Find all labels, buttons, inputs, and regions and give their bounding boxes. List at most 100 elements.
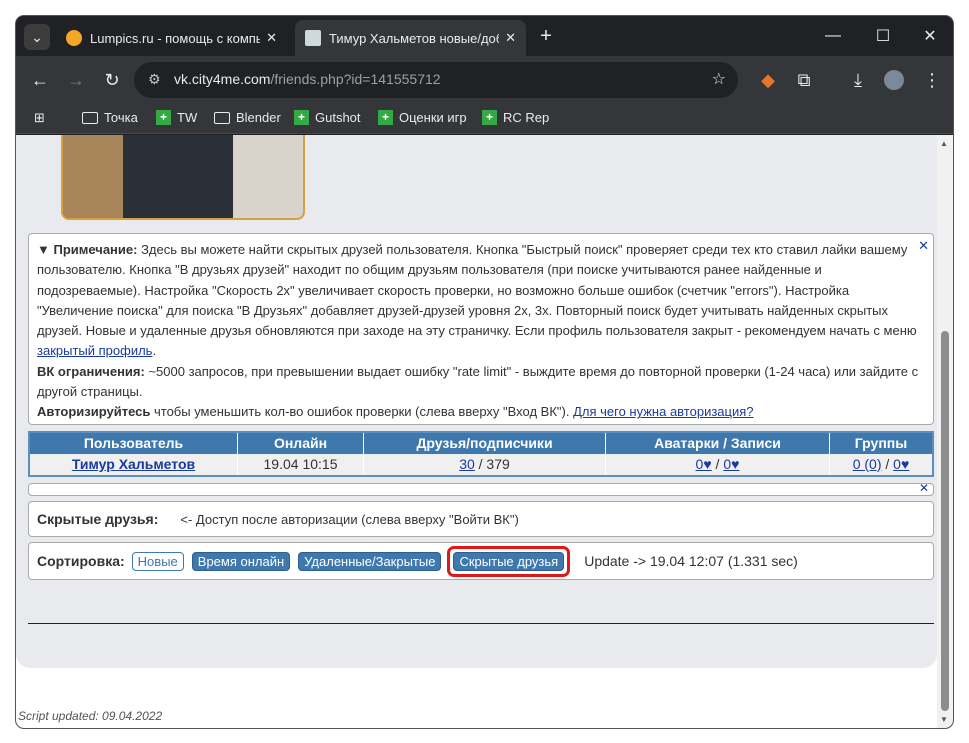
close-window-button[interactable]: ✕ bbox=[918, 24, 942, 48]
closed-profile-link[interactable]: закрытый профиль bbox=[37, 343, 152, 358]
groups-likes-link[interactable]: 0♥ bbox=[893, 456, 909, 472]
green-bookmark-icon: + bbox=[482, 110, 497, 125]
cell-groups: 0 (0) / 0♥ bbox=[830, 454, 932, 475]
divider bbox=[28, 623, 934, 624]
update-status: Update -> 19.04 12:07 (1.331 sec) bbox=[584, 553, 798, 569]
bookmark-rc-rep[interactable]: + RC Rep bbox=[482, 110, 549, 125]
bookmarks-bar: ⊞ Точка + TW Blender + Gutshot + Оценки игр… bbox=[16, 104, 953, 134]
green-bookmark-icon: + bbox=[156, 110, 171, 125]
chevron-down-icon: ⌄ bbox=[31, 28, 43, 45]
note-text: Здесь вы можете найти скрытых друзей пол… bbox=[37, 242, 917, 339]
table-row: Тимур Хальметов 19.04 10:15 30 / 379 0♥ … bbox=[30, 454, 932, 475]
bookmark-ocenki-igr[interactable]: + Оценки игр bbox=[378, 110, 467, 125]
header-groups: Группы bbox=[830, 433, 932, 454]
sort-new-button[interactable]: Новые bbox=[131, 551, 184, 571]
groups-link[interactable]: 0 (0) bbox=[853, 456, 882, 472]
scroll-down-icon[interactable]: ▼ bbox=[940, 715, 948, 724]
apps-grid-icon[interactable]: ⊞ bbox=[34, 110, 45, 126]
sort-panel: Сортировка: Новые Время онлайн Удаленные… bbox=[28, 542, 934, 580]
extension-fox-icon[interactable]: ◆ bbox=[756, 68, 780, 92]
url-path: /friends.php?id=141555712 bbox=[270, 71, 441, 87]
auth-text: чтобы уменьшить кол-во ошибок проверки (… bbox=[150, 404, 574, 420]
cell-user: Тимур Хальметов bbox=[30, 454, 238, 475]
header-online: Онлайн bbox=[238, 433, 364, 454]
posts-link[interactable]: 0♥ bbox=[723, 456, 739, 472]
scrollbar-thumb[interactable] bbox=[941, 331, 949, 711]
highlight-box: Скрытые друзья bbox=[447, 545, 571, 577]
sort-hidden-friends-button[interactable]: Скрытые друзья bbox=[453, 551, 565, 571]
extensions-puzzle-icon[interactable]: ⧉ bbox=[792, 68, 816, 92]
note-title: Примечание: bbox=[53, 242, 138, 257]
avatars-link[interactable]: 0♥ bbox=[696, 456, 712, 472]
user-photo bbox=[61, 135, 305, 220]
green-bookmark-icon: + bbox=[378, 110, 393, 125]
tab-lumpics[interactable]: Lumpics.ru - помощь с компьютером ✕ bbox=[56, 20, 287, 56]
site-info-icon[interactable]: ⚙ bbox=[148, 71, 161, 88]
sort-deleted-closed-button[interactable]: Удаленные/Закрытые bbox=[298, 551, 442, 571]
header-avatars: Аватарки / Записи bbox=[606, 433, 830, 454]
star-bookmark-icon[interactable]: ☆ bbox=[712, 69, 726, 89]
bookmark-label: Оценки игр bbox=[399, 110, 467, 125]
new-tab-button[interactable]: + bbox=[534, 24, 558, 48]
bookmark-label: RC Rep bbox=[503, 110, 550, 125]
scroll-up-icon[interactable]: ▲ bbox=[940, 139, 948, 148]
folder-icon bbox=[82, 111, 98, 124]
back-arrow-icon[interactable]: ← bbox=[28, 68, 52, 92]
bookmark-label: Точка bbox=[104, 110, 138, 125]
url-host: vk.city4me.com bbox=[174, 71, 271, 87]
folder-icon bbox=[214, 111, 230, 124]
cell-friends: 30 / 379 bbox=[364, 454, 606, 475]
minimize-button[interactable]: — bbox=[821, 24, 845, 48]
close-icon[interactable]: ✕ bbox=[266, 30, 277, 46]
address-bar[interactable]: ⚙ vk.city4me.com/friends.php?id=14155571… bbox=[134, 62, 738, 98]
green-bookmark-icon: + bbox=[294, 110, 309, 125]
page-viewport: ✕ ▼ Примечание: Здесь вы можете найти ск… bbox=[16, 135, 937, 728]
bookmark-tochka[interactable]: Точка bbox=[82, 110, 138, 125]
maximize-button[interactable]: ☐ bbox=[871, 24, 895, 48]
tab-title: Lumpics.ru - помощь с компьютером bbox=[90, 30, 261, 46]
profile-avatar-icon[interactable] bbox=[882, 68, 906, 92]
why-auth-link[interactable]: Для чего нужна авторизация? bbox=[573, 404, 753, 419]
forward-arrow-icon[interactable]: → bbox=[64, 68, 88, 92]
bookmark-label: TW bbox=[177, 110, 198, 125]
header-friends: Друзья/подписчики bbox=[364, 433, 606, 454]
auth-label: Авторизируйтесь bbox=[37, 404, 151, 420]
bookmark-label: Blender bbox=[236, 110, 281, 125]
tab-title: Тимур Хальметов новые/добавленные bbox=[329, 30, 499, 46]
vertical-scrollbar[interactable]: ▲ ▼ bbox=[937, 135, 953, 728]
sort-online-time-button[interactable]: Время онлайн bbox=[191, 551, 291, 571]
cell-avatars: 0♥ / 0♥ bbox=[606, 454, 830, 475]
tab-vk-city4me[interactable]: Тимур Хальметов новые/добавленные ✕ bbox=[295, 20, 526, 56]
friends-count-link[interactable]: 30 bbox=[459, 456, 475, 472]
followers-count: / 379 bbox=[474, 456, 510, 472]
limits-text: ~5000 запросов, при превышении выдает ош… bbox=[37, 363, 919, 400]
reload-icon[interactable]: ↻ bbox=[100, 68, 124, 92]
download-icon[interactable]: ⤓ bbox=[846, 68, 870, 92]
menu-dots-icon[interactable]: ⋮ bbox=[920, 68, 944, 92]
bookmark-label: Gutshot bbox=[315, 110, 361, 125]
bookmark-gutshot[interactable]: + Gutshot bbox=[294, 110, 361, 125]
hidden-friends-label: Скрытые друзья: bbox=[37, 511, 159, 527]
collapsed-panel: ✕ bbox=[28, 481, 934, 496]
tab-strip: ⌄ Lumpics.ru - помощь с компьютером ✕ Ти… bbox=[16, 16, 953, 56]
url-text[interactable]: vk.city4me.com/friends.php?id=141555712 bbox=[174, 71, 441, 87]
user-link[interactable]: Тимур Хальметов bbox=[72, 456, 195, 472]
header-user: Пользователь bbox=[30, 433, 238, 454]
close-note-icon[interactable]: ✕ bbox=[918, 236, 929, 256]
limits-label: ВК ограничения: bbox=[37, 363, 145, 379]
bookmark-tw[interactable]: + TW bbox=[156, 110, 197, 125]
cell-online: 19.04 10:15 bbox=[238, 454, 364, 475]
bookmark-blender[interactable]: Blender bbox=[214, 110, 281, 125]
close-icon[interactable]: ✕ bbox=[505, 30, 516, 46]
tab-search-button[interactable]: ⌄ bbox=[24, 24, 50, 50]
hidden-friends-panel: Скрытые друзья: <- Доступ после авториза… bbox=[28, 501, 934, 537]
user-table: Пользователь Онлайн Друзья/подписчики Ав… bbox=[28, 431, 934, 477]
hidden-friends-text: <- Доступ после авторизации (слева вверх… bbox=[180, 511, 519, 527]
note-panel: ✕ ▼ Примечание: Здесь вы можете найти ск… bbox=[28, 233, 934, 425]
page-content: ✕ ▼ Примечание: Здесь вы можете найти ск… bbox=[16, 135, 937, 668]
page-favicon-icon bbox=[305, 30, 321, 46]
sort-label: Сортировка: bbox=[37, 553, 125, 569]
lumpics-favicon-icon bbox=[66, 30, 82, 46]
close-panel-icon[interactable]: ✕ bbox=[919, 481, 929, 495]
table-header-row: Пользователь Онлайн Друзья/подписчики Ав… bbox=[30, 433, 932, 454]
